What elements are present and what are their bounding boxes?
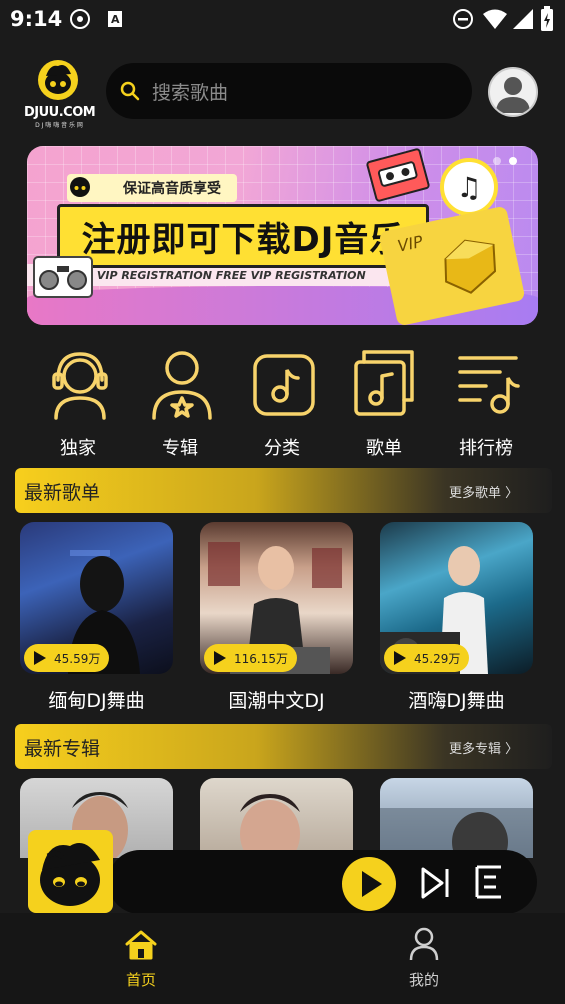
banner-title: 注册即可下载DJ音乐 [57, 204, 429, 268]
section-title: 最新歌单 [24, 482, 101, 504]
category-label: 独家 [60, 438, 96, 459]
vip-label: VIP [395, 231, 425, 256]
category-ranking[interactable]: 排行榜 [436, 348, 536, 463]
category-album[interactable]: 专辑 [130, 348, 230, 463]
search-icon [120, 81, 140, 101]
play-count: 45.59万 [54, 651, 101, 666]
player-bar [108, 850, 537, 914]
mini-player [28, 830, 537, 915]
music-note-badge-icon: ♫ [440, 158, 498, 216]
play-count: 45.29万 [414, 651, 461, 666]
avatar-person-icon [496, 77, 530, 113]
playlist-queue-icon[interactable] [474, 864, 504, 900]
status-time: 9:14 [10, 7, 63, 31]
promo-banner[interactable]: 保证高音质享受 FREE VIP REGISTRATION FREE VIP R… [27, 146, 538, 325]
section-header-playlists: 最新歌单 更多歌单 〉 [15, 468, 552, 513]
player-artwork[interactable] [28, 830, 113, 913]
ranking-list-icon [458, 356, 520, 414]
play-count-pill: 45.29万 [384, 644, 470, 672]
more-playlists-link[interactable]: 更多歌单 〉 [449, 482, 518, 501]
logo-mascot-icon [38, 60, 78, 100]
category-label: 歌单 [366, 438, 402, 459]
category-label: 排行榜 [459, 438, 513, 459]
music-playlist-icon [354, 350, 414, 416]
music-note-square-icon [253, 354, 315, 416]
svg-text:A: A [111, 13, 120, 26]
playlist-card[interactable]: 45.59万 缅甸DJ舞曲 [20, 522, 173, 722]
banner-tag: 保证高音质享受 [67, 174, 237, 202]
play-icon [394, 651, 406, 665]
category-playlist[interactable]: 歌单 [334, 348, 434, 463]
banner-tag-text: 保证高音质享受 [123, 181, 221, 197]
play-count-pill: 116.15万 [204, 644, 297, 672]
play-icon [362, 871, 382, 897]
play-count-pill: 45.59万 [24, 644, 110, 672]
boombox-icon [33, 256, 93, 298]
tab-home[interactable]: 首页 [81, 913, 201, 1004]
person-star-icon [152, 351, 212, 420]
mascot-icon [40, 843, 100, 906]
section-header-albums: 最新专辑 更多专辑 〉 [15, 724, 552, 769]
gold-diamond-icon [444, 239, 497, 294]
banner-mascot-icon [70, 177, 90, 197]
banner-pager [493, 157, 517, 167]
pager-dot-active [509, 157, 517, 165]
category-label: 分类 [264, 438, 300, 459]
tab-mine[interactable]: 我的 [364, 913, 484, 1004]
logo-text: DJUU.COM [24, 105, 96, 120]
search-placeholder: 搜索歌曲 [152, 81, 229, 104]
category-genre[interactable]: 分类 [232, 348, 332, 463]
playlist-card[interactable]: 116.15万 国潮中文DJ [200, 522, 353, 722]
play-icon [214, 651, 226, 665]
playlist-card[interactable]: 45.29万 酒嗨DJ舞曲 [380, 522, 533, 722]
more-albums-link[interactable]: 更多专辑 〉 [449, 738, 518, 757]
playlist-name: 酒嗨DJ舞曲 [408, 690, 505, 712]
wifi-icon [483, 9, 507, 29]
dnd-icon [453, 9, 473, 29]
app-logo[interactable]: DJUU.COM D J 嗨 嗨 音 乐 网 [24, 60, 96, 129]
play-count: 116.15万 [234, 651, 288, 666]
headphones-person-icon [52, 352, 108, 420]
logo-subtext: D J 嗨 嗨 音 乐 网 [35, 122, 83, 129]
play-button[interactable] [342, 857, 396, 911]
category-exclusive[interactable]: 独家 [28, 348, 128, 463]
category-label: 专辑 [162, 438, 198, 459]
search-bar[interactable]: 搜索歌曲 [106, 63, 472, 119]
playlist-name: 国潮中文DJ [228, 690, 325, 712]
user-avatar[interactable] [488, 67, 538, 117]
playlist-name: 缅甸DJ舞曲 [48, 690, 145, 712]
tab-label: 我的 [408, 971, 439, 989]
next-track-icon[interactable] [420, 866, 450, 900]
section-title: 最新专辑 [24, 738, 101, 760]
status-bar: 9:14 A [0, 0, 565, 38]
font-icon: A [108, 11, 122, 27]
tab-label: 首页 [125, 971, 156, 989]
signal-icon [513, 9, 533, 29]
user-icon [409, 927, 439, 961]
media-icon [70, 9, 90, 29]
header: DJUU.COM D J 嗨 嗨 音 乐 网 搜索歌曲 [0, 55, 565, 130]
home-icon [125, 930, 157, 960]
bottom-tab-bar: 首页 我的 [0, 913, 565, 1004]
category-row: 独家 专辑 分类 歌单 排行榜 [0, 348, 565, 463]
play-icon [34, 651, 46, 665]
pager-dot [493, 157, 501, 165]
battery-icon [541, 6, 553, 31]
